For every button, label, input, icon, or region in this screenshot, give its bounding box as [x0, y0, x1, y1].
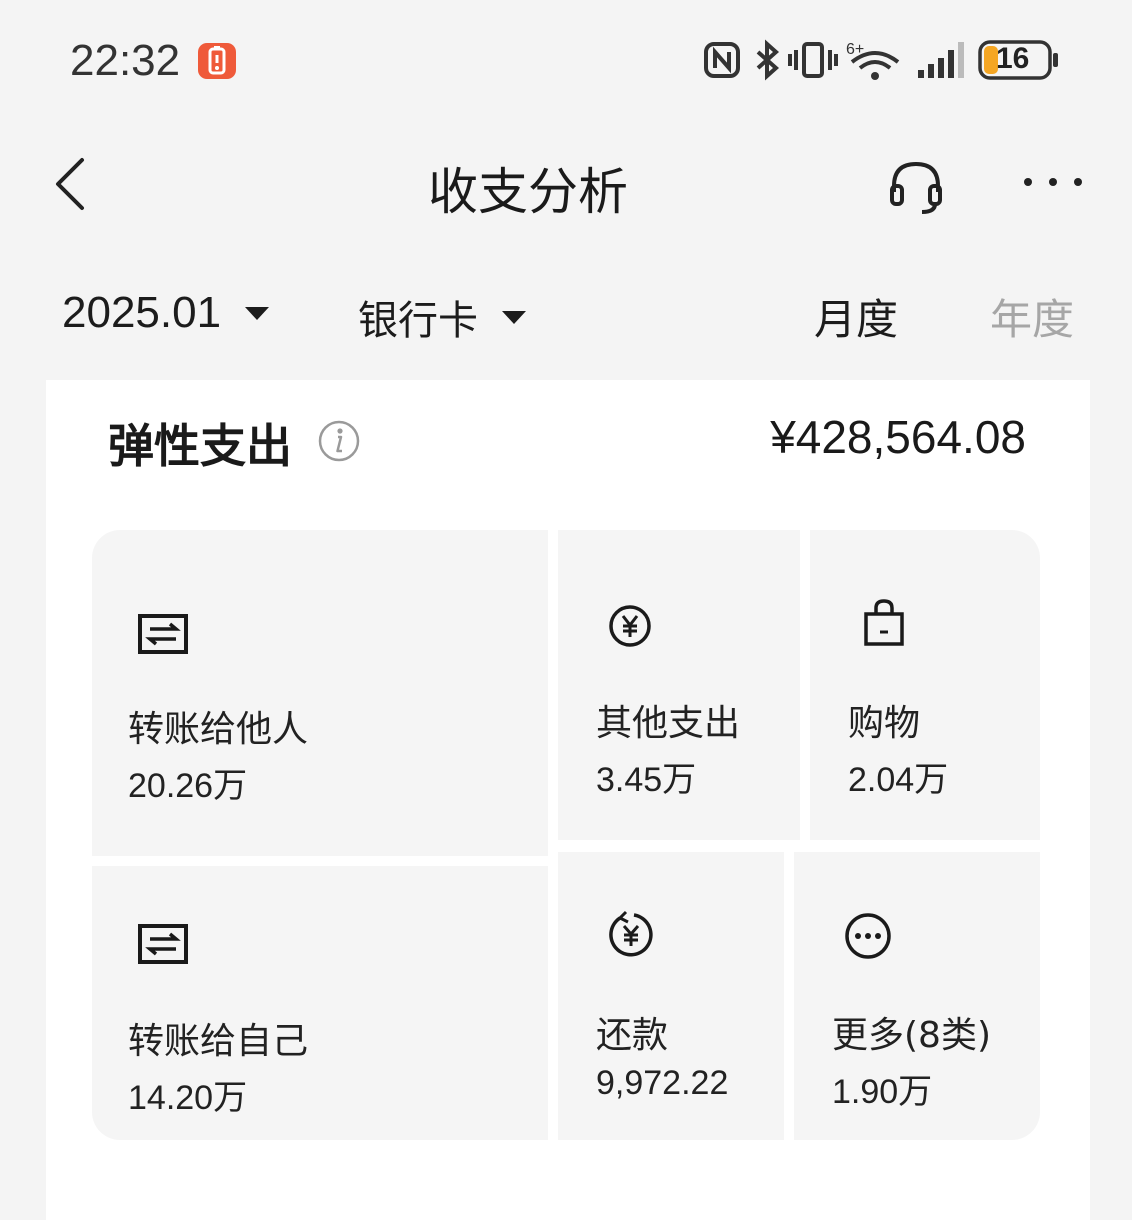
transfer-icon — [138, 924, 188, 964]
battery-level: 16 — [996, 42, 1030, 75]
shopping-bag-icon — [864, 599, 904, 646]
category-label: 更多(8类) — [832, 1015, 991, 1056]
more-circle-icon — [845, 913, 891, 959]
category-tile-other-expenses[interactable]: 其他支出 3.45万 — [558, 530, 800, 840]
account-selector[interactable]: 银行卡 — [358, 288, 526, 346]
category-value: 3.45万 — [596, 761, 697, 799]
date-selector[interactable]: 2025.01 — [62, 288, 270, 338]
category-value: 20.26万 — [128, 767, 248, 805]
wifi-6-icon: 6+ — [846, 41, 900, 80]
category-label: 还款 — [596, 1015, 669, 1056]
yuan-coin-icon — [609, 605, 651, 647]
tab-monthly[interactable]: 月度 — [814, 286, 898, 347]
category-tile-more[interactable]: 更多(8类) 1.90万 — [794, 852, 1040, 1140]
category-value: 14.20万 — [128, 1079, 248, 1117]
caret-down-icon — [245, 306, 270, 320]
account-selector-label: 银行卡 — [358, 298, 478, 344]
category-tile-transfer-to-others[interactable]: 转账给他人 20.26万 — [92, 530, 548, 856]
headset-icon — [890, 161, 942, 214]
transfer-icon — [138, 614, 188, 654]
total-amount: ¥428,564.08 — [770, 411, 1026, 463]
tab-yearly[interactable]: 年度 — [990, 286, 1074, 347]
card-title: 弹性支出 — [108, 419, 292, 473]
category-tile-shopping[interactable]: 购物 2.04万 — [810, 530, 1040, 840]
info-icon[interactable] — [318, 420, 360, 462]
category-label: 转账给他人 — [128, 709, 309, 750]
caret-down-icon — [502, 310, 526, 324]
category-label: 其他支出 — [596, 703, 741, 744]
more-dots-icon — [1024, 178, 1082, 186]
category-tile-repayment[interactable]: 还款 9,972.22 — [558, 852, 784, 1140]
status-icons: 6+ 16 — [700, 36, 1060, 86]
alert-notification-icon — [198, 43, 236, 79]
bluetooth-icon — [756, 39, 780, 81]
more-options-button[interactable] — [1018, 164, 1088, 200]
repay-icon — [609, 910, 653, 957]
date-selector-label: 2025.01 — [62, 288, 222, 337]
category-value: 2.04万 — [848, 761, 949, 799]
category-label: 购物 — [848, 703, 921, 744]
nfc-icon — [704, 42, 740, 78]
category-value: 9,972.22 — [596, 1064, 729, 1102]
category-tile-transfer-to-self[interactable]: 转账给自己 14.20万 — [92, 866, 548, 1140]
status-time: 22:32 — [70, 36, 181, 85]
category-value: 1.90万 — [832, 1073, 933, 1111]
customer-support-button[interactable] — [884, 156, 948, 220]
vibrate-icon — [788, 42, 838, 78]
signal-icon — [918, 42, 964, 78]
category-label: 转账给自己 — [128, 1021, 309, 1062]
